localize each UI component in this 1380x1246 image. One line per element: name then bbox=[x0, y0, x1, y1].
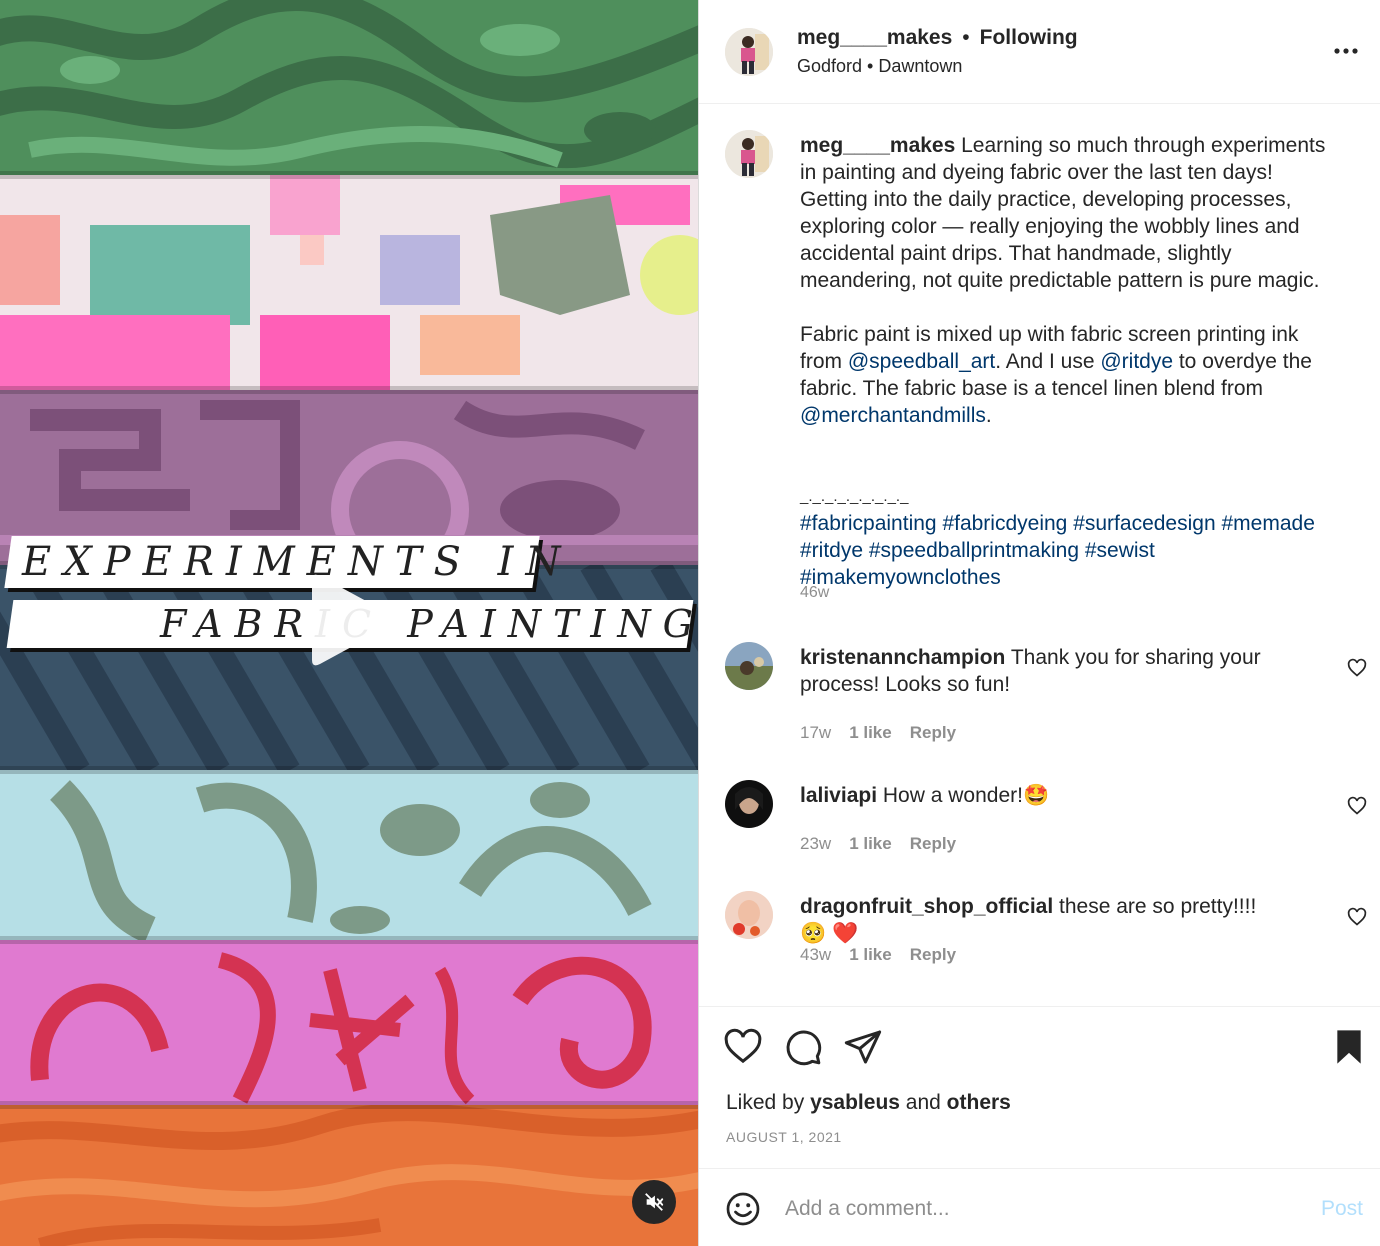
comment-text: kristenannchampion Thank you for sharing… bbox=[800, 644, 1270, 698]
play-icon[interactable] bbox=[306, 572, 396, 668]
following-button[interactable]: Following bbox=[980, 26, 1078, 50]
avatar[interactable] bbox=[725, 780, 773, 828]
caption-timestamp[interactable]: 46w bbox=[800, 584, 829, 602]
more-icon[interactable] bbox=[1333, 36, 1359, 66]
comment-text: laliviapi How a wonder!🤩 bbox=[800, 782, 1270, 809]
bookmark-icon[interactable] bbox=[1329, 1027, 1369, 1067]
add-comment-bar: Post bbox=[699, 1168, 1380, 1246]
fabric-pastel bbox=[0, 175, 698, 390]
comment-time[interactable]: 23w bbox=[800, 834, 831, 854]
post-side-panel: meg____makes • Following Godford • Dawnt… bbox=[698, 0, 1380, 1246]
avatar[interactable] bbox=[725, 28, 773, 76]
reply-button[interactable]: Reply bbox=[910, 723, 956, 743]
liked-by-user[interactable]: ysableus bbox=[810, 1091, 900, 1114]
avatar[interactable] bbox=[725, 642, 773, 690]
header-separator: • bbox=[962, 26, 970, 49]
hashtag-link[interactable]: #speedballprintmaking bbox=[869, 539, 1079, 562]
caption-username[interactable]: meg____makes bbox=[800, 134, 955, 157]
comment-input[interactable] bbox=[785, 1191, 1305, 1227]
post-header: meg____makes • Following Godford • Dawnt… bbox=[699, 0, 1380, 104]
fabric-seam bbox=[0, 936, 698, 944]
mention-link[interactable]: @speedball_art bbox=[848, 350, 995, 373]
heart-icon[interactable] bbox=[1347, 907, 1367, 927]
post-caption: meg____makes Learning so much through ex… bbox=[800, 132, 1345, 591]
avatar[interactable] bbox=[725, 130, 773, 178]
caption-divider: _._._._._._._._._ bbox=[800, 488, 909, 505]
comment-username[interactable]: kristenannchampion bbox=[800, 646, 1005, 669]
comment-body: How a wonder!🤩 bbox=[882, 784, 1050, 807]
fabric-light-blue bbox=[0, 770, 698, 940]
fabric-seam bbox=[0, 171, 698, 179]
fabric-orange bbox=[0, 1105, 698, 1246]
liked-by: Liked by ysableus and others bbox=[726, 1091, 1011, 1115]
emoji-icon[interactable] bbox=[725, 1191, 761, 1227]
heart-icon[interactable] bbox=[1347, 796, 1367, 816]
post-actions: Liked by ysableus and others AUGUST 1, 2… bbox=[699, 1006, 1380, 1168]
comment-username[interactable]: laliviapi bbox=[800, 784, 877, 807]
overlay-title-line1-text: EXPERIMENTS IN bbox=[22, 539, 573, 585]
share-icon[interactable] bbox=[843, 1027, 883, 1067]
liked-by-text: Liked by bbox=[726, 1091, 811, 1114]
fabric-seam bbox=[0, 386, 698, 394]
post-button[interactable]: Post bbox=[1321, 1197, 1363, 1221]
fabric-seam bbox=[0, 766, 698, 774]
hashtag-link[interactable]: #imakemyownclothes bbox=[800, 566, 1001, 589]
reply-button[interactable]: Reply bbox=[910, 834, 956, 854]
comment-likes[interactable]: 1 like bbox=[849, 723, 892, 743]
comment-likes[interactable]: 1 like bbox=[849, 834, 892, 854]
comment-time[interactable]: 17w bbox=[800, 723, 831, 743]
hashtag-link[interactable]: #ritdye bbox=[800, 539, 863, 562]
hashtag-link[interactable]: #memade bbox=[1221, 512, 1314, 535]
fabric-green bbox=[0, 0, 698, 175]
avatar[interactable] bbox=[725, 891, 773, 939]
fabric-seam bbox=[0, 1101, 698, 1109]
comment-text: dragonfruit_shop_official these are so p… bbox=[800, 893, 1270, 947]
hashtag-link[interactable]: #surfacedesign bbox=[1073, 512, 1215, 535]
comment-meta: 43w 1 like Reply bbox=[800, 945, 956, 965]
heart-icon[interactable] bbox=[1347, 658, 1367, 678]
mention-link[interactable]: @merchantandmills bbox=[800, 404, 986, 427]
heart-icon[interactable] bbox=[723, 1027, 763, 1067]
header-username[interactable]: meg____makes bbox=[797, 26, 952, 50]
mute-icon bbox=[645, 1193, 664, 1211]
post-video[interactable]: EXPERIMENTS IN FABRIC PAINTING bbox=[0, 0, 698, 1246]
header-user-line: meg____makes • Following bbox=[797, 26, 1078, 50]
mute-button[interactable] bbox=[632, 1180, 676, 1224]
comment-meta: 23w 1 like Reply bbox=[800, 834, 956, 854]
liked-by-text: and bbox=[899, 1091, 947, 1114]
comments-area[interactable]: meg____makes Learning so much through ex… bbox=[699, 104, 1380, 1006]
hashtag-link[interactable]: #fabricdyeing bbox=[942, 512, 1067, 535]
fabric-magenta bbox=[0, 940, 698, 1105]
comment-likes[interactable]: 1 like bbox=[849, 945, 892, 965]
hashtag-link[interactable]: #fabricpainting bbox=[800, 512, 937, 535]
caption-text: . bbox=[985, 404, 992, 427]
caption-text: Learning so much through experiments in … bbox=[800, 134, 1326, 292]
comment-time[interactable]: 43w bbox=[800, 945, 831, 965]
hashtag-list: #fabricpainting #fabricdyeing #surfacede… bbox=[800, 510, 1345, 591]
mention-link[interactable]: @ritdye bbox=[1100, 350, 1173, 373]
caption-text: . And I use bbox=[995, 350, 1101, 373]
comment-icon[interactable] bbox=[783, 1027, 823, 1067]
post-date[interactable]: AUGUST 1, 2021 bbox=[726, 1129, 842, 1145]
header-location[interactable]: Godford • Dawntown bbox=[797, 56, 962, 77]
overlay-title-line1: EXPERIMENTS IN bbox=[4, 536, 573, 588]
comment-username[interactable]: dragonfruit_shop_official bbox=[800, 895, 1053, 918]
reply-button[interactable]: Reply bbox=[910, 945, 956, 965]
liked-by-others[interactable]: others bbox=[947, 1091, 1011, 1114]
comment-meta: 17w 1 like Reply bbox=[800, 723, 956, 743]
hashtag-link[interactable]: #sewist bbox=[1085, 539, 1155, 562]
